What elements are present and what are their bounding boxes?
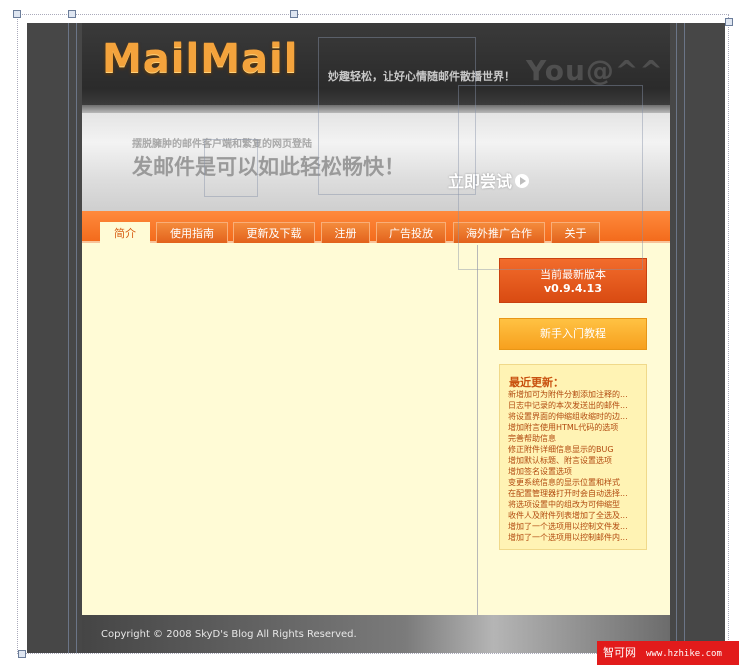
update-item[interactable]: 日志中记录的本次发送出的邮件...: [508, 400, 640, 411]
resize-handle-top-mid[interactable]: [290, 10, 298, 18]
update-item[interactable]: 在配置管理器打开时会自动选择...: [508, 488, 640, 499]
tab-advertising[interactable]: 广告投放: [376, 222, 446, 243]
update-item[interactable]: 修正附件详细信息显示的BUG: [508, 444, 640, 455]
version-caption: 当前最新版本: [540, 268, 606, 281]
site-header: MailMail 妙趣轻松，让好心情随邮件散播世界！ You@^^: [82, 23, 670, 105]
update-item[interactable]: 将选项设置中的组改为可伸缩型: [508, 499, 640, 510]
banner-headline: 发邮件是可以如此轻松畅快！: [132, 155, 405, 179]
site-watermark: 智可网 www.hzhike.com: [597, 641, 739, 665]
update-item[interactable]: 增加了一个选项用以控制邮件内...: [508, 532, 640, 543]
try-now-button[interactable]: 立即尝试: [448, 168, 530, 192]
try-now-label: 立即尝试: [448, 172, 513, 191]
recent-updates-panel: 最近更新： 新增加可为附件分割添加注释的... 日志中记录的本次发送出的邮件..…: [499, 364, 647, 550]
update-item[interactable]: 完善帮助信息: [508, 433, 640, 444]
hero-banner: 摆脱臃肿的邮件客户端和繁复的网页登陆 发邮件是可以如此轻松畅快！ 立即尝试: [82, 113, 670, 211]
resize-handle-top-right[interactable]: [725, 18, 733, 26]
update-item[interactable]: 增加签名设置选项: [508, 466, 640, 477]
play-icon: [515, 174, 530, 188]
recent-updates-list: 新增加可为附件分割添加注释的... 日志中记录的本次发送出的邮件... 将设置界…: [508, 389, 640, 543]
site-footer: Copyright © 2008 SkyD's Blog All Rights …: [82, 615, 670, 653]
header-divider: [82, 105, 670, 113]
latest-version-button[interactable]: 当前最新版本 v0.9.4.13: [499, 258, 647, 303]
watermark-url: www.hzhike.com: [646, 649, 722, 659]
tab-register[interactable]: 注册: [321, 222, 370, 243]
update-item[interactable]: 新增加可为附件分割添加注释的...: [508, 389, 640, 400]
tab-guide[interactable]: 使用指南: [156, 222, 228, 243]
update-item[interactable]: 收件人及附件列表增加了全选及...: [508, 510, 640, 521]
tab-updates-download[interactable]: 更新及下载: [233, 222, 315, 243]
design-canvas: MailMail 妙趣轻松，让好心情随邮件散播世界！ You@^^ 摆脱臃肿的邮…: [0, 0, 739, 665]
resize-handle-top-left[interactable]: [13, 10, 21, 18]
resize-handle-bottom-left[interactable]: [18, 650, 26, 658]
tab-intro[interactable]: 简介: [100, 222, 150, 243]
banner-subtitle: 摆脱臃肿的邮件客户端和繁复的网页登陆: [132, 139, 312, 150]
update-item[interactable]: 增加默认标题、附言设置选项: [508, 455, 640, 466]
update-item[interactable]: 增加附言使用HTML代码的选项: [508, 422, 640, 433]
page-container: MailMail 妙趣轻松，让好心情随邮件散播世界！ You@^^ 摆脱臃肿的邮…: [82, 23, 670, 653]
update-item[interactable]: 将设置界面的伸缩组收缩时的边...: [508, 411, 640, 422]
update-item[interactable]: 变更系统信息的显示位置和样式: [508, 477, 640, 488]
update-item[interactable]: 增加了一个选项用以控制文件发...: [508, 521, 640, 532]
resize-handle-top[interactable]: [68, 10, 76, 18]
layout-guide: [684, 23, 685, 653]
version-number: v0.9.4.13: [544, 282, 602, 295]
tab-about[interactable]: 关于: [551, 222, 600, 243]
main-nav: 简介 使用指南 更新及下载 注册 广告投放 海外推广合作 关于: [82, 211, 670, 243]
layout-guide: [68, 23, 69, 653]
header-tagline: You@^^: [526, 54, 664, 87]
tab-overseas-partnership[interactable]: 海外推广合作: [453, 222, 545, 243]
recent-updates-title: 最近更新：: [509, 376, 564, 389]
copyright-text: Copyright © 2008 SkyD's Blog All Rights …: [101, 629, 357, 640]
layout-guide: [676, 23, 677, 653]
header-slogan: 妙趣轻松，让好心情随邮件散播世界！: [328, 70, 515, 83]
site-logo[interactable]: MailMail: [102, 36, 298, 82]
layout-guide: [76, 23, 77, 653]
main-content-area: [82, 245, 478, 615]
beginner-tutorial-button[interactable]: 新手入门教程: [499, 318, 647, 350]
watermark-site: 智可网: [603, 646, 636, 659]
